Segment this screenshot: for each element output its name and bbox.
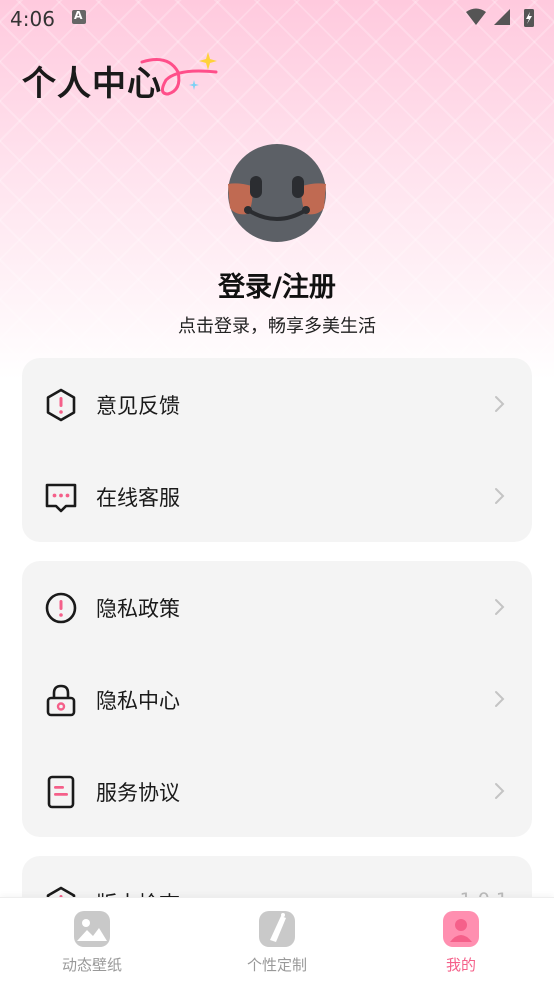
tab-mine[interactable]: 我的 xyxy=(401,898,521,985)
wallpaper-icon xyxy=(74,911,110,947)
login-register-link[interactable]: 登录/注册 xyxy=(0,265,554,304)
title-decoration-icon xyxy=(140,52,218,96)
lock-icon xyxy=(46,684,76,717)
login-subtitle: 点击登录，畅享多美生活 xyxy=(178,316,376,337)
wifi-icon xyxy=(466,8,486,25)
status-bar: 4:06 xyxy=(0,0,554,36)
chevron-right-icon xyxy=(495,783,505,799)
status-time: 4:06 xyxy=(10,7,55,31)
menu-card-privacy: 隐私政策 隐私中心 服务协议 xyxy=(22,561,532,837)
menu-item-privacy-policy[interactable]: 隐私政策 xyxy=(22,561,532,653)
menu-item-feedback[interactable]: 意见反馈 xyxy=(22,358,532,450)
system-status-icons xyxy=(466,8,534,27)
tab-personal-customize[interactable]: 个性定制 xyxy=(217,898,337,985)
chevron-right-icon xyxy=(495,691,505,707)
alert-circle-icon xyxy=(45,592,77,624)
menu-item-label: 服务协议 xyxy=(96,781,180,805)
avatar[interactable] xyxy=(228,144,326,242)
chevron-right-icon xyxy=(495,488,505,504)
menu-item-label: 隐私政策 xyxy=(96,597,180,621)
tab-label: 我的 xyxy=(445,956,476,974)
menu-card-support: 意见反馈 在线客服 xyxy=(22,358,532,542)
document-icon xyxy=(47,775,75,809)
menu-item-label: 在线客服 xyxy=(96,486,180,510)
menu-item-online-service[interactable]: 在线客服 xyxy=(22,450,532,542)
menu-item-privacy-center[interactable]: 隐私中心 xyxy=(22,653,532,745)
signal-icon xyxy=(494,9,510,25)
chat-icon xyxy=(45,483,77,513)
notification-icon xyxy=(72,9,86,24)
tab-label: 个性定制 xyxy=(246,956,307,974)
menu-item-label: 隐私中心 xyxy=(96,689,180,713)
customize-icon xyxy=(259,911,295,947)
user-icon xyxy=(443,911,479,947)
chevron-right-icon xyxy=(495,396,505,412)
tab-label: 动态壁纸 xyxy=(61,956,122,974)
tab-dynamic-wallpaper[interactable]: 动态壁纸 xyxy=(32,898,152,985)
bottom-tab-bar: 动态壁纸 个性定制 我的 xyxy=(0,897,554,985)
menu-item-label: 意见反馈 xyxy=(96,394,180,418)
menu-item-service-agreement[interactable]: 服务协议 xyxy=(22,745,532,837)
chevron-right-icon xyxy=(495,599,505,615)
feedback-icon xyxy=(46,388,76,422)
